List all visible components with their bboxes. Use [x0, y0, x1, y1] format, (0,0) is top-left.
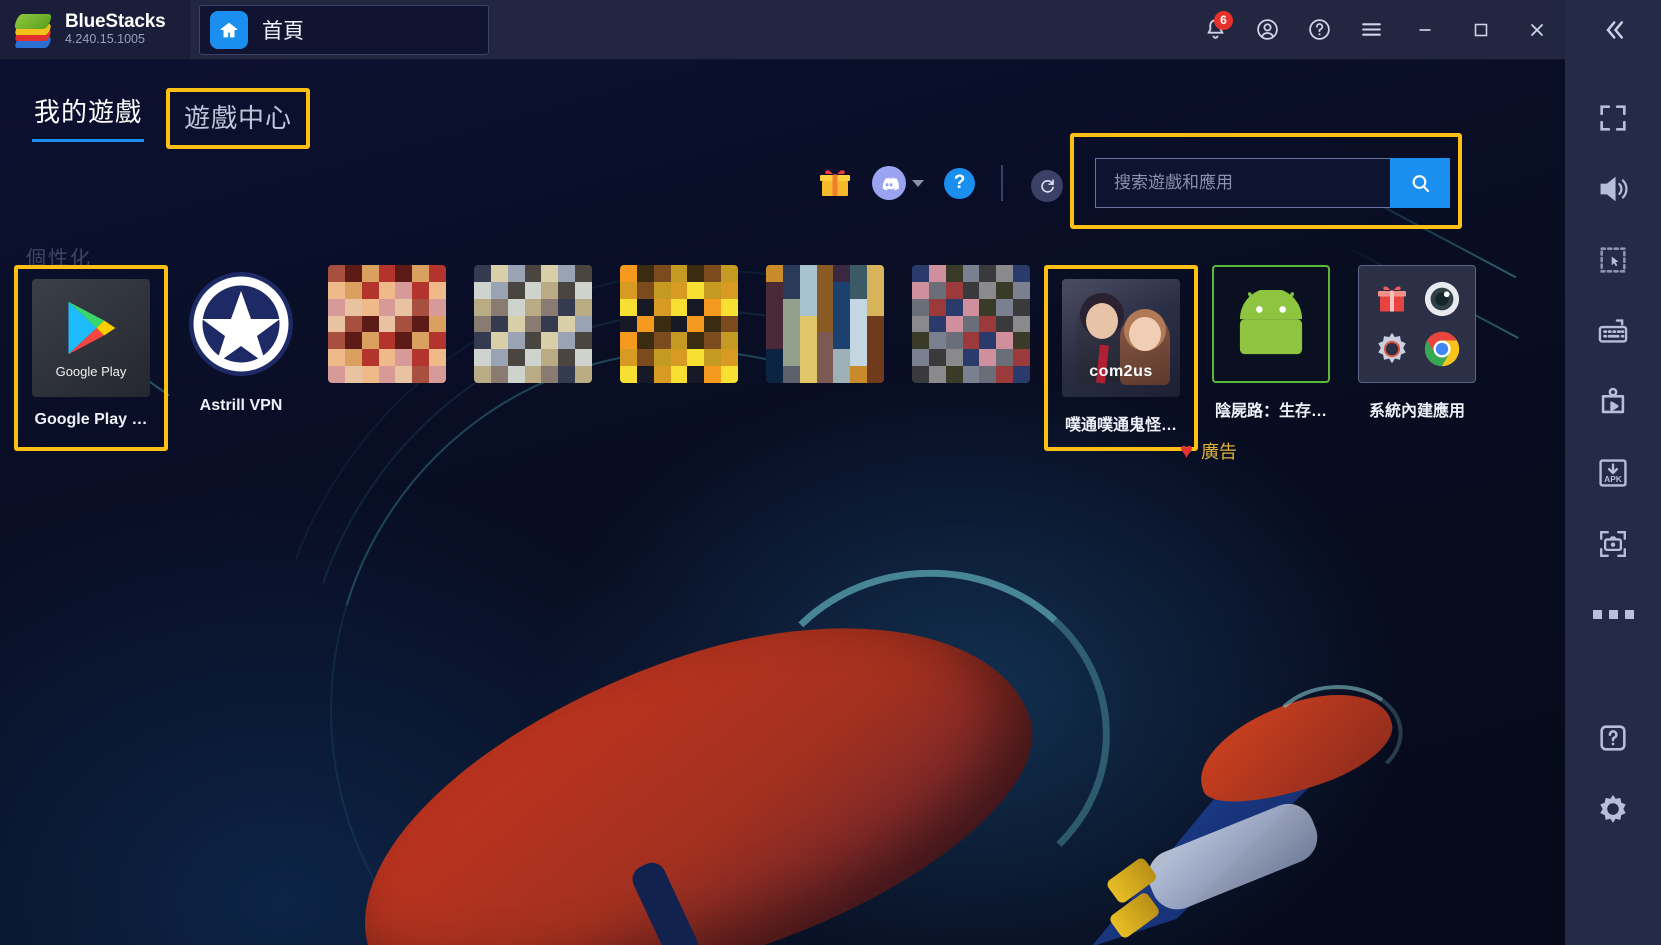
main-content: 我的遊戲 遊戲中心 ? 搜索遊戲和應用 個性化 Google Play Goog… [0, 60, 1565, 945]
app-tile-astrill-vpn[interactable]: Astrill VPN [168, 265, 314, 451]
system-folder-icon [1358, 265, 1476, 383]
astrill-vpn-icon [182, 265, 300, 383]
gift-icon[interactable] [818, 168, 852, 198]
navigation-tabs: 我的遊戲 遊戲中心 [28, 88, 311, 149]
sidebar-item-fullscreen[interactable] [1565, 82, 1661, 153]
com2us-game-icon: com2us [1062, 279, 1180, 397]
app-label: 系統內建應用 [1368, 403, 1465, 420]
maximize-button[interactable] [1453, 0, 1509, 60]
notifications-button[interactable]: 6 [1189, 0, 1241, 60]
discord-icon [872, 166, 906, 200]
censored-icon [474, 265, 592, 383]
sidebar-item-more[interactable] [1565, 579, 1661, 650]
sidebar-item-help[interactable] [1565, 702, 1661, 773]
app-label: Astrill VPN [199, 397, 283, 414]
android-icon [1212, 265, 1330, 383]
ad-badge: ♥ 廣告 [1180, 438, 1237, 464]
com2us-wordmark: com2us [1089, 363, 1153, 380]
tab-home[interactable]: 首頁 [199, 4, 489, 55]
sidebar-item-multi-select[interactable] [1565, 224, 1661, 295]
more-dots-icon [1592, 610, 1634, 619]
gear-icon [1372, 329, 1412, 369]
sidebar-item-settings[interactable] [1565, 773, 1661, 844]
app-tile-censored[interactable] [752, 265, 898, 451]
censored-icon [766, 265, 884, 383]
sidebar-items: APK [1565, 60, 1661, 844]
chrome-icon [1422, 329, 1462, 369]
app-label: 陰屍路：生存… [1214, 403, 1327, 420]
menu-button[interactable] [1345, 0, 1397, 60]
google-play-icon: Google Play [32, 279, 150, 397]
svg-text:APK: APK [1604, 474, 1622, 484]
brand-name: BlueStacks [65, 11, 166, 33]
sidebar-item-volume[interactable] [1565, 153, 1661, 224]
brand-version: 4.240.15.1005 [65, 32, 145, 47]
toolbar-divider [1001, 165, 1003, 201]
app-tile-censored[interactable] [898, 265, 1044, 451]
help-button[interactable] [1293, 0, 1345, 60]
heart-icon: ♥ [1180, 438, 1194, 463]
tab-game-center[interactable]: 遊戲中心 [166, 88, 311, 149]
tab-game-center-label: 遊戲中心 [184, 103, 293, 133]
center-toolbar: ? [818, 165, 1003, 201]
discord-button[interactable] [872, 166, 924, 200]
sidebar-item-macro-recorder[interactable] [1565, 366, 1661, 437]
right-sidebar: APK [1565, 0, 1661, 945]
title-bar: BlueStacks 4.240.15.1005 首頁 6 [0, 0, 1565, 60]
app-label: Google Play … [34, 411, 148, 428]
app-tile-censored[interactable] [606, 265, 752, 451]
sidebar-collapse-button[interactable] [1565, 0, 1661, 60]
censored-icon [912, 265, 1030, 383]
account-button[interactable] [1241, 0, 1293, 60]
app-tile-google-play[interactable]: Google Play Google Play … [14, 265, 168, 451]
tab-my-games[interactable]: 我的遊戲 [28, 88, 148, 142]
censored-icon [620, 265, 738, 383]
app-tile-censored[interactable] [460, 265, 606, 451]
bluestacks-logo-icon [13, 12, 54, 48]
gift-icon [1372, 279, 1412, 319]
bluestacks-window: BlueStacks 4.240.15.1005 首頁 6 我的遊戲 遊戲中心 … [0, 0, 1661, 945]
app-tile-system-apps-folder[interactable]: 系統內建應用 [1344, 265, 1490, 451]
app-tile-com2us-game[interactable]: com2us 噗通噗通鬼怪… [1044, 265, 1198, 451]
app-label: 噗通噗通鬼怪… [1064, 417, 1177, 434]
search-input[interactable] [1095, 158, 1390, 208]
tab-my-games-label: 我的遊戲 [34, 97, 143, 127]
app-tile-censored[interactable] [314, 265, 460, 451]
search-button[interactable] [1390, 158, 1450, 208]
google-play-wordmark: Google Play [55, 363, 127, 379]
app-grid: Google Play Google Play … Astrill VPN co… [14, 265, 1490, 451]
brand-area: BlueStacks 4.240.15.1005 [0, 0, 190, 59]
minimize-button[interactable] [1397, 0, 1453, 60]
window-controls: 6 [1189, 0, 1565, 59]
refresh-icon[interactable] [1031, 170, 1063, 202]
censored-icon [328, 265, 446, 383]
ad-label: 廣告 [1201, 442, 1238, 462]
app-tile-android-game[interactable]: 陰屍路：生存… [1198, 265, 1344, 451]
tab-home-label: 首頁 [262, 19, 304, 43]
home-icon [210, 10, 248, 49]
sidebar-item-screenshot[interactable] [1565, 508, 1661, 579]
sidebar-item-install-apk[interactable]: APK [1565, 437, 1661, 508]
camera-icon [1422, 279, 1462, 319]
notification-badge: 6 [1214, 10, 1233, 30]
close-button[interactable] [1509, 0, 1565, 60]
help-circle-icon[interactable]: ? [944, 167, 975, 199]
sidebar-item-keyboard-controls[interactable] [1565, 295, 1661, 366]
search-bar [1095, 158, 1450, 208]
chevron-down-icon [912, 179, 924, 187]
